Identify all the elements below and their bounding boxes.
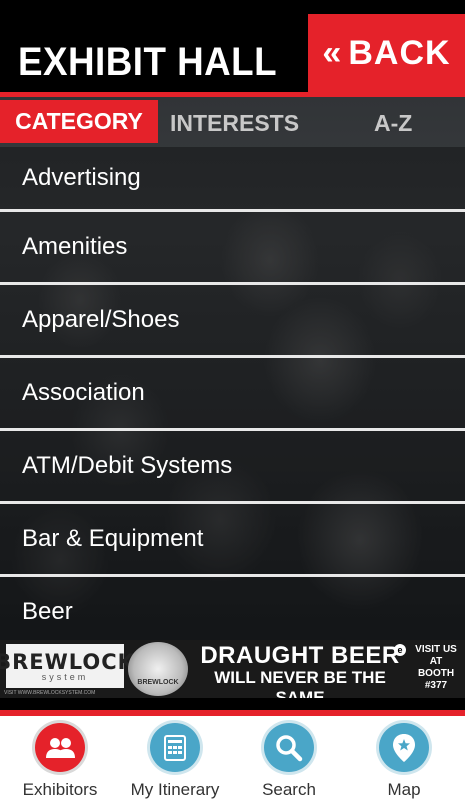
calendar-icon	[147, 720, 203, 775]
chevron-double-left-icon: «	[322, 33, 343, 72]
nav-label: Search	[262, 780, 316, 799]
booth-line2: BOOTH	[417, 668, 455, 679]
list-item-label: Bar & Equipment	[22, 525, 204, 552]
nav-label: Exhibitors	[22, 780, 98, 799]
gauge-label: BREWLOCK	[137, 679, 179, 686]
list-item-label: Apparel/Shoes	[22, 306, 180, 333]
tab-interests[interactable]: INTERESTS	[170, 103, 299, 143]
booth-info: VISIT US AT BOOTH #377	[410, 644, 462, 692]
nav-separator	[0, 698, 465, 710]
bottom-nav: Exhibitors My Itinerary Search Map	[0, 716, 465, 800]
list-item-label: Amenities	[22, 233, 128, 260]
booth-line1: VISIT US AT	[415, 644, 457, 667]
list-item-apparel-shoes[interactable]: Apparel/Shoes	[0, 285, 465, 358]
gauge-icon: BREWLOCK	[128, 642, 188, 696]
nav-my-itinerary[interactable]: My Itinerary	[117, 720, 233, 800]
nav-label: My Itinerary	[130, 780, 220, 799]
list-item-label: Association	[22, 379, 145, 406]
list-item-beer[interactable]: Beer	[0, 577, 465, 647]
nav-search[interactable]: Search	[231, 720, 347, 800]
brand-sub: system	[41, 672, 89, 682]
list-item-label: Advertising	[22, 164, 141, 191]
page-title: EXHIBIT HALL	[18, 40, 278, 84]
brand-name: BREWLOCK	[0, 650, 135, 674]
map-pin-icon	[376, 720, 432, 775]
header: EXHIBIT HALL « BACK	[0, 0, 465, 92]
back-button[interactable]: « BACK	[308, 14, 465, 92]
tab-a-z[interactable]: A-Z	[374, 103, 412, 143]
list-item-association[interactable]: Association	[0, 358, 465, 431]
category-list: Advertising Amenities Apparel/Shoes Asso…	[0, 147, 465, 647]
list-item-bar-equipment[interactable]: Bar & Equipment	[0, 504, 465, 577]
list-item-atm-debit-systems[interactable]: ATM/Debit Systems	[0, 431, 465, 504]
tab-bar: CATEGORY INTERESTS A-Z	[0, 97, 465, 147]
list-item-amenities[interactable]: Amenities	[0, 212, 465, 285]
banner-footnote: VISIT WWW.BREWLOCKSYSTEM.COM	[4, 690, 96, 696]
list-item-label: Beer	[22, 598, 73, 625]
nav-label: Map	[387, 780, 421, 799]
list-item-advertising[interactable]: Advertising	[0, 147, 465, 212]
nav-map[interactable]: Map	[346, 720, 462, 800]
search-icon	[261, 720, 317, 775]
tab-category[interactable]: CATEGORY	[0, 100, 158, 143]
registered-icon: e	[394, 644, 406, 656]
banner-line1: DRAUGHT BEER	[200, 642, 400, 669]
ad-banner[interactable]: BREWLOCK system BREWLOCK DRAUGHT BEER WI…	[0, 640, 465, 707]
brewlock-logo: BREWLOCK system	[0, 644, 134, 688]
booth-line3: #377	[424, 680, 448, 691]
list-item-label: ATM/Debit Systems	[22, 452, 233, 479]
people-icon	[32, 720, 88, 775]
back-label: BACK	[348, 33, 451, 72]
nav-exhibitors[interactable]: Exhibitors	[2, 720, 118, 800]
